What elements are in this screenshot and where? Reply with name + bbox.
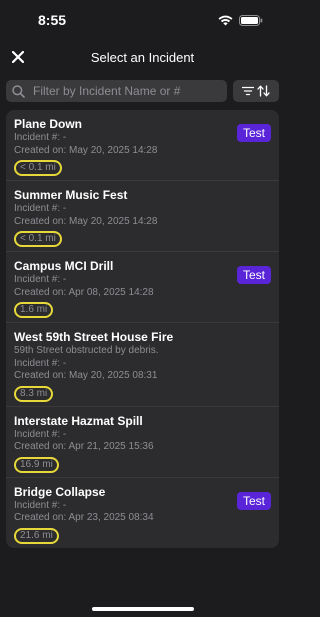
incident-distance: 16.9 mi bbox=[14, 456, 59, 473]
incident-name: West 59th Street House Fire bbox=[14, 330, 174, 344]
incident-distance: 1.6 mi bbox=[14, 302, 54, 318]
status-time: 8:55 bbox=[38, 12, 67, 28]
incident-name: Campus MCI Drill bbox=[14, 259, 114, 273]
incident-name: Bridge Collapse bbox=[14, 484, 106, 499]
incident-item-plane-down[interactable]: Plane Down Incident #: - Created on: May… bbox=[6, 110, 279, 181]
incident-name: Summer Music Fest bbox=[14, 188, 128, 202]
incident-created: Created on: May 20, 2025 08:31 bbox=[14, 370, 158, 381]
search-box[interactable] bbox=[6, 80, 227, 102]
incident-item-summer-music-fest[interactable]: Summer Music Fest Incident #: - Created … bbox=[6, 181, 279, 252]
wifi-icon bbox=[218, 15, 233, 25]
incident-item-interstate-hazmat-spill[interactable]: Interstate Hazmat Spill Incident #: - Cr… bbox=[6, 407, 279, 478]
incident-created: Created on: May 20, 2025 14:28 bbox=[14, 215, 158, 227]
incident-distance: 8.3 mi bbox=[14, 385, 54, 402]
filter-icon bbox=[242, 86, 254, 96]
incident-created: Created on: Apr 08, 2025 14:28 bbox=[14, 286, 154, 298]
sort-icon bbox=[257, 85, 270, 97]
incident-number: Incident #: - bbox=[14, 132, 67, 143]
incident-note: 59th Street obstructed by debris. bbox=[14, 345, 159, 356]
incident-number: Incident #: - bbox=[14, 274, 67, 285]
incident-number: Incident #: - bbox=[14, 499, 67, 511]
status-icons bbox=[218, 14, 263, 26]
incident-created: Created on: Apr 21, 2025 15:36 bbox=[14, 441, 154, 452]
incident-list: Plane Down Incident #: - Created on: May… bbox=[6, 110, 279, 548]
battery-icon bbox=[239, 14, 263, 26]
nav-bar: Select an Incident bbox=[0, 40, 285, 74]
incident-name: Interstate Hazmat Spill bbox=[14, 413, 143, 428]
test-badge: Test bbox=[236, 266, 271, 284]
incident-distance: 21.6 mi bbox=[14, 527, 59, 544]
incident-distance: < 0.1 mi bbox=[14, 160, 62, 176]
incident-created: Created on: May 20, 2025 14:28 bbox=[14, 144, 158, 156]
incident-number: Incident #: - bbox=[14, 428, 67, 440]
incident-item-bridge-collapse[interactable]: Bridge Collapse Incident #: - Created on… bbox=[6, 478, 279, 548]
test-badge: Test bbox=[236, 124, 271, 142]
incident-number: Incident #: - bbox=[14, 357, 67, 369]
incident-item-west-59th-street-house-fire[interactable]: West 59th Street House Fire 59th Street … bbox=[6, 323, 279, 407]
search-row bbox=[0, 74, 285, 104]
search-input[interactable] bbox=[33, 84, 213, 98]
test-badge: Test bbox=[236, 491, 271, 510]
filter-sort-button[interactable] bbox=[233, 80, 279, 102]
incident-distance: < 0.1 mi bbox=[14, 231, 62, 247]
home-indicator[interactable] bbox=[92, 607, 194, 611]
close-button[interactable] bbox=[8, 47, 28, 67]
status-bar: 8:55 bbox=[0, 0, 285, 40]
close-icon bbox=[12, 51, 24, 63]
incident-number: Incident #: - bbox=[14, 203, 67, 214]
incident-created: Created on: Apr 23, 2025 08:34 bbox=[14, 512, 154, 523]
incident-name: Plane Down bbox=[14, 117, 83, 131]
page-title: Select an Incident bbox=[90, 49, 195, 65]
search-icon bbox=[12, 84, 25, 98]
incident-item-campus-mci-drill[interactable]: Campus MCI Drill Incident #: - Created o… bbox=[6, 252, 279, 323]
